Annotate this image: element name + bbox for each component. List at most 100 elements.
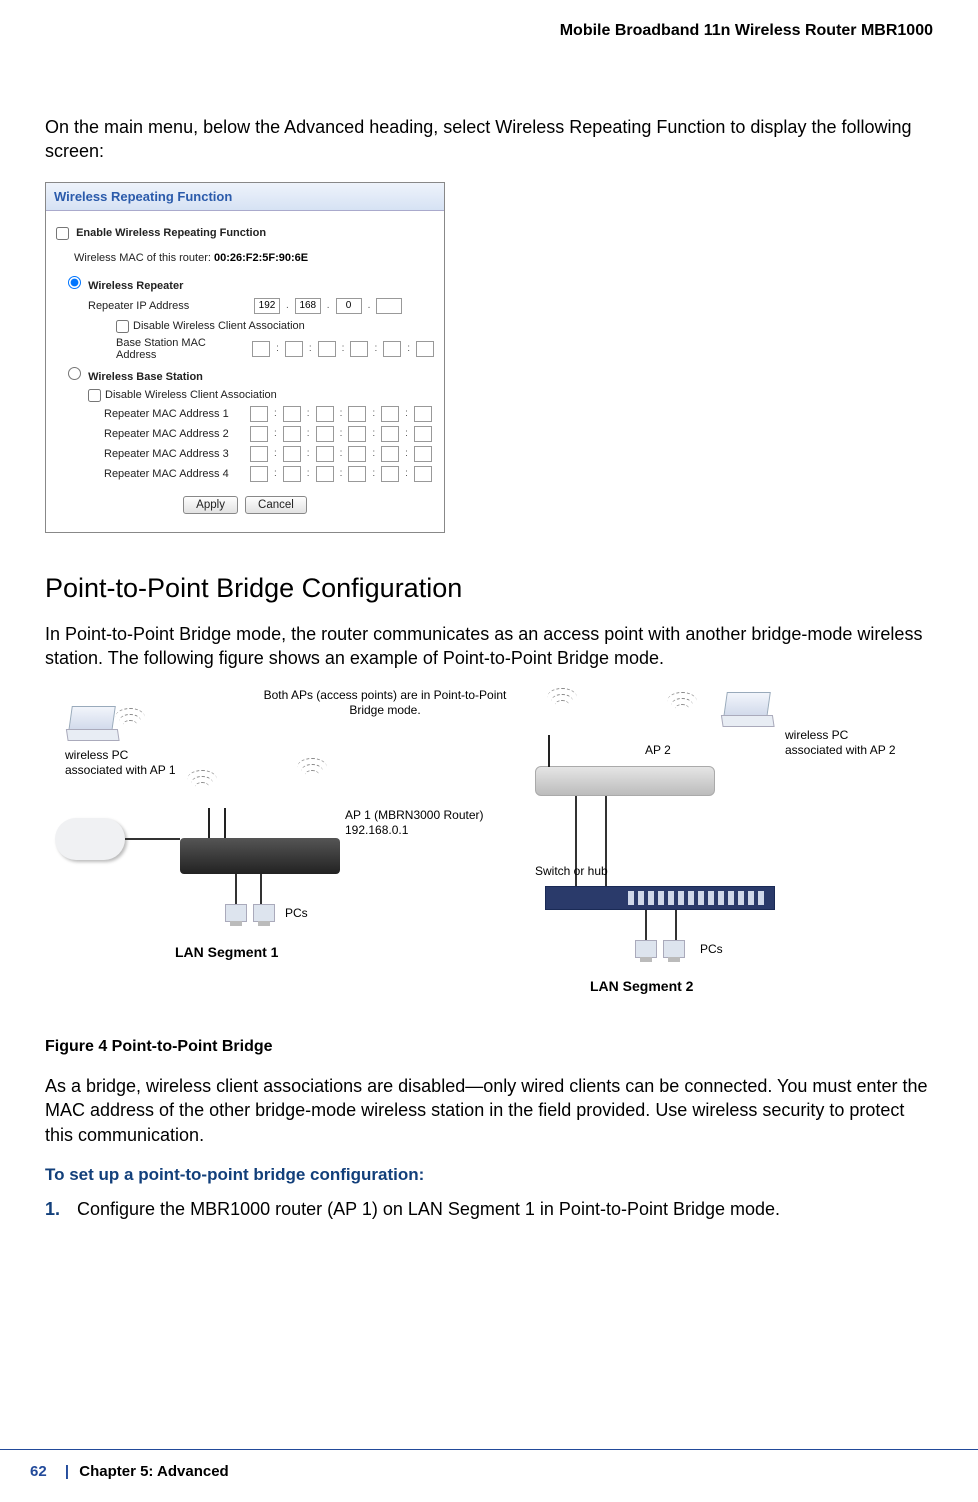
panel-title: Wireless Repeating Function (46, 183, 444, 211)
mac-box[interactable] (414, 446, 432, 462)
mac-box[interactable] (414, 466, 432, 482)
wireless-repeating-screenshot: Wireless Repeating Function Enable Wirel… (45, 182, 445, 533)
ap2-label: AP 2 (645, 743, 671, 757)
mac-box[interactable] (383, 341, 401, 357)
mac-box[interactable] (416, 341, 434, 357)
pc-pair (225, 904, 275, 922)
connection-line (235, 874, 237, 904)
page-footer: 62 | Chapter 5: Advanced (30, 1463, 229, 1480)
wireless-repeater-label: Wireless Repeater (88, 280, 183, 292)
repeater-mac-3-label: Repeater MAC Address 3 (104, 448, 244, 460)
repeater-mac-2-row: Repeater MAC Address 2 : : : : : (104, 426, 434, 442)
mac-box[interactable] (316, 426, 334, 442)
repeater-mac-2-label: Repeater MAC Address 2 (104, 428, 244, 440)
mac-box[interactable] (250, 466, 268, 482)
mac-box[interactable] (350, 341, 368, 357)
mac-box[interactable] (381, 466, 399, 482)
repeater-mac-4-row: Repeater MAC Address 4 : : : : : (104, 466, 434, 482)
base-disable-assoc-row: Disable Wireless Client Association (88, 389, 434, 402)
laptop-icon (68, 706, 116, 732)
ip-octet-1[interactable] (254, 298, 280, 314)
wireless-repeater-radio-row: Wireless Repeater (68, 276, 434, 292)
router-icon (535, 766, 715, 796)
page-content: On the main menu, below the Advanced hea… (45, 115, 933, 1230)
lan1-label: LAN Segment 1 (175, 944, 278, 961)
mac-box[interactable] (348, 446, 366, 462)
base-fields: Disable Wireless Client Association Repe… (88, 389, 434, 482)
repeater-disable-assoc-row: Disable Wireless Client Association (116, 320, 434, 333)
wpc-ap1-label: wireless PC associated with AP 1 (65, 748, 176, 777)
repeater-mac-1-row: Repeater MAC Address 1 : : : : : (104, 406, 434, 422)
mac-box[interactable] (318, 341, 336, 357)
wireless-repeater-radio[interactable] (68, 276, 81, 289)
mac-box[interactable] (250, 406, 268, 422)
mac-box[interactable] (348, 406, 366, 422)
router-mac-line: Wireless MAC of this router: 00:26:F2:5F… (74, 252, 434, 264)
pc-icon (635, 940, 657, 958)
wireless-base-radio[interactable] (68, 367, 81, 380)
mac-box[interactable] (252, 341, 270, 357)
base-disable-assoc-checkbox[interactable] (88, 389, 101, 402)
repeater-mac-4-label: Repeater MAC Address 4 (104, 468, 244, 480)
mac-prefix: Wireless MAC of this router: (74, 252, 211, 264)
mac-box[interactable] (414, 406, 432, 422)
switch-ports-icon (628, 891, 768, 905)
mac-value: 00:26:F2:5F:90:6E (214, 252, 308, 264)
mac-box[interactable] (381, 426, 399, 442)
mac-box[interactable] (316, 466, 334, 482)
connection-line (645, 910, 647, 940)
wifi-icon (555, 688, 595, 718)
cancel-button[interactable]: Cancel (245, 496, 307, 514)
wpc-ap2-label: wireless PC associated with AP 2 (785, 728, 896, 757)
panel-footer: Apply Cancel (56, 486, 434, 518)
mac-box[interactable] (316, 446, 334, 462)
page-number: 62 (30, 1463, 47, 1480)
laptop-icon (723, 692, 771, 718)
pc-icon (253, 904, 275, 922)
ip-octet-3[interactable] (336, 298, 362, 314)
mac-box[interactable] (283, 426, 301, 442)
connection-line (260, 874, 262, 904)
mac-box[interactable] (414, 426, 432, 442)
footer-separator: | (65, 1463, 69, 1480)
mac-box[interactable] (283, 466, 301, 482)
mac-box[interactable] (316, 406, 334, 422)
connection-line (125, 838, 180, 840)
enable-repeating-row: Enable Wireless Repeating Function (56, 227, 434, 240)
mac-box[interactable] (250, 446, 268, 462)
mac-box[interactable] (250, 426, 268, 442)
mac-box[interactable] (381, 406, 399, 422)
repeater-ip-row: Repeater IP Address . . . (88, 298, 434, 314)
mac-box[interactable] (283, 406, 301, 422)
panel-body: Enable Wireless Repeating Function Wirel… (46, 211, 444, 532)
enable-repeating-checkbox[interactable] (56, 227, 69, 240)
pc-icon (663, 940, 685, 958)
repeater-disable-assoc-label: Disable Wireless Client Association (133, 320, 305, 332)
step-num: 1. (45, 1199, 67, 1220)
switch-icon (545, 886, 775, 910)
repeater-mac-1-label: Repeater MAC Address 1 (104, 408, 244, 420)
wifi-icon (195, 770, 235, 800)
apply-button[interactable]: Apply (183, 496, 238, 514)
mac-box[interactable] (348, 466, 366, 482)
point-to-point-diagram: Both APs (access points) are in Point-to… (45, 688, 933, 1008)
step-text: Configure the MBR1000 router (AP 1) on L… (77, 1199, 780, 1220)
wireless-base-radio-row: Wireless Base Station (68, 367, 434, 383)
ip-octet-4[interactable] (376, 298, 402, 314)
connection-line (675, 910, 677, 940)
repeater-mac-3-row: Repeater MAC Address 3 : : : : : (104, 446, 434, 462)
ip-octet-2[interactable] (295, 298, 321, 314)
mac-box[interactable] (348, 426, 366, 442)
mac-box[interactable] (285, 341, 303, 357)
base-station-mac-label: Base Station MAC Address (116, 337, 246, 361)
after-figure-para: As a bridge, wireless client association… (45, 1074, 933, 1147)
pcs-label-2: PCs (700, 942, 723, 956)
pc-pair (635, 940, 685, 958)
mac-box[interactable] (381, 446, 399, 462)
wifi-icon (675, 692, 715, 722)
repeater-ip-label: Repeater IP Address (88, 300, 248, 312)
repeater-disable-assoc-checkbox[interactable] (116, 320, 129, 333)
section-heading: Point-to-Point Bridge Configuration (45, 573, 933, 604)
mac-box[interactable] (283, 446, 301, 462)
router-icon (180, 838, 340, 874)
